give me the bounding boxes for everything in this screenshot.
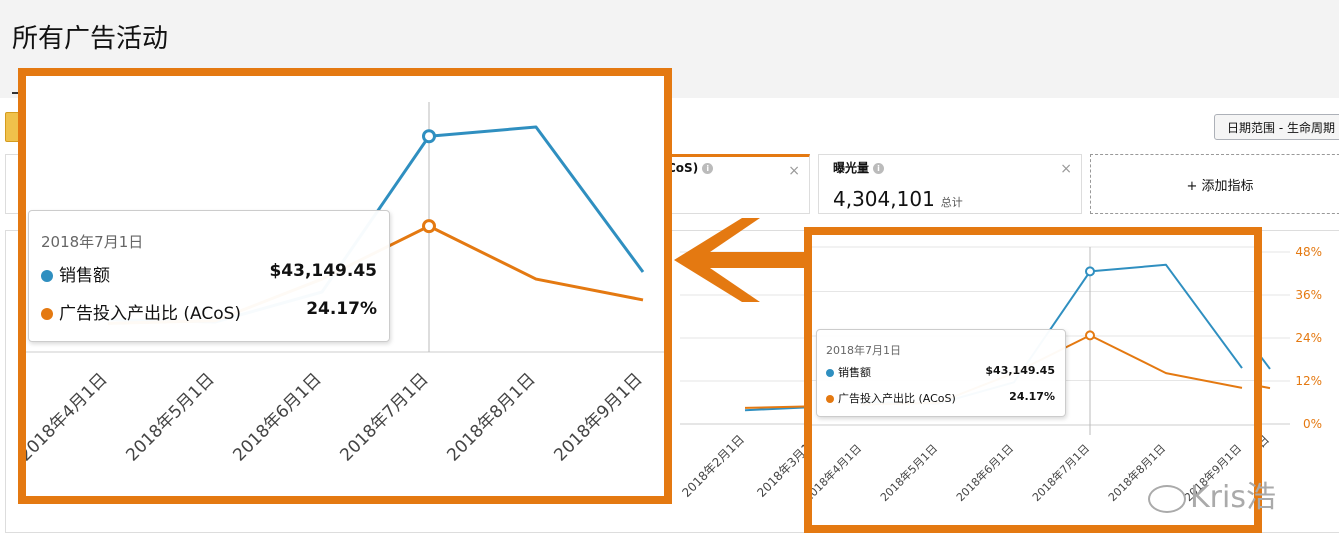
- tooltip-row-sales: 销售额: [826, 364, 871, 380]
- tooltip-sales-value: $43,149.45: [269, 261, 377, 281]
- tooltip-date: 2018年7月1日: [826, 344, 901, 357]
- tooltip-row-acos: 广告投入产出比 (ACoS): [41, 299, 241, 324]
- tooltip-acos-value: 24.17%: [306, 299, 377, 319]
- acos-point-marker: [1085, 330, 1095, 341]
- y-tick-label: 36%: [1295, 288, 1322, 302]
- tooltip-date: 2018年7月1日: [41, 233, 144, 251]
- sales-point-marker: [422, 129, 436, 144]
- tooltip-sales-label: 销售额: [838, 366, 871, 379]
- sales-legend-dot: [826, 369, 834, 377]
- chart-tooltip: 2018年7月1日 销售额 $43,149.45 广告投入产出比 (ACoS) …: [816, 329, 1066, 417]
- zoom-callout-left: 2018年4月1日 2018年5月1日 2018年6月1日 2018年7月1日 2018…: [18, 68, 672, 504]
- tooltip-row-acos: 广告投入产出比 (ACoS): [826, 390, 956, 406]
- tooltip-acos-label: 广告投入产出比 (ACoS): [838, 392, 956, 405]
- acos-legend-dot: [41, 308, 53, 320]
- x-tick-label: 2018年9月1日: [550, 369, 646, 465]
- x-tick-label: 2018年6月1日: [953, 441, 1016, 504]
- x-tick-label: 2018年5月1日: [122, 369, 218, 465]
- acos-legend-dot: [826, 395, 834, 403]
- tooltip-sales-value: $43,149.45: [985, 364, 1055, 377]
- wechat-icon: [1148, 484, 1186, 513]
- tooltip-acos-value: 24.17%: [1009, 390, 1055, 403]
- sales-legend-dot: [41, 270, 53, 282]
- tooltip-sales-label: 销售额: [59, 266, 110, 286]
- watermark: Kris浩: [1148, 472, 1276, 516]
- y-tick-label: 12%: [1295, 374, 1322, 388]
- sales-point-marker: [1085, 266, 1095, 277]
- x-tick-label: 2018年4月1日: [812, 441, 864, 504]
- y-tick-label: 24%: [1295, 331, 1322, 345]
- watermark-text: Kris浩: [1190, 480, 1276, 515]
- left-arrow-icon: [674, 218, 808, 302]
- y-tick-label: 48%: [1295, 245, 1322, 259]
- x-tick-label: 2018年7月1日: [1029, 441, 1092, 504]
- chart-tooltip: 2018年7月1日 销售额 $43,149.45 广告投入产出比 (ACoS) …: [28, 210, 390, 342]
- tooltip-acos-label: 广告投入产出比 (ACoS): [59, 304, 242, 324]
- y-tick-label: 0%: [1303, 417, 1322, 431]
- x-tick-label: 2018年8月1日: [443, 369, 539, 465]
- acos-point-marker: [422, 219, 436, 234]
- x-tick-label: 2018年5月1日: [877, 441, 940, 504]
- tooltip-row-sales: 销售额: [41, 261, 110, 286]
- x-tick-label: 2018年6月1日: [229, 369, 325, 465]
- x-tick-label: 2018年2月1日: [679, 432, 747, 500]
- x-tick-label: 2018年4月1日: [26, 369, 112, 465]
- x-tick-label: 2018年7月1日: [336, 369, 432, 465]
